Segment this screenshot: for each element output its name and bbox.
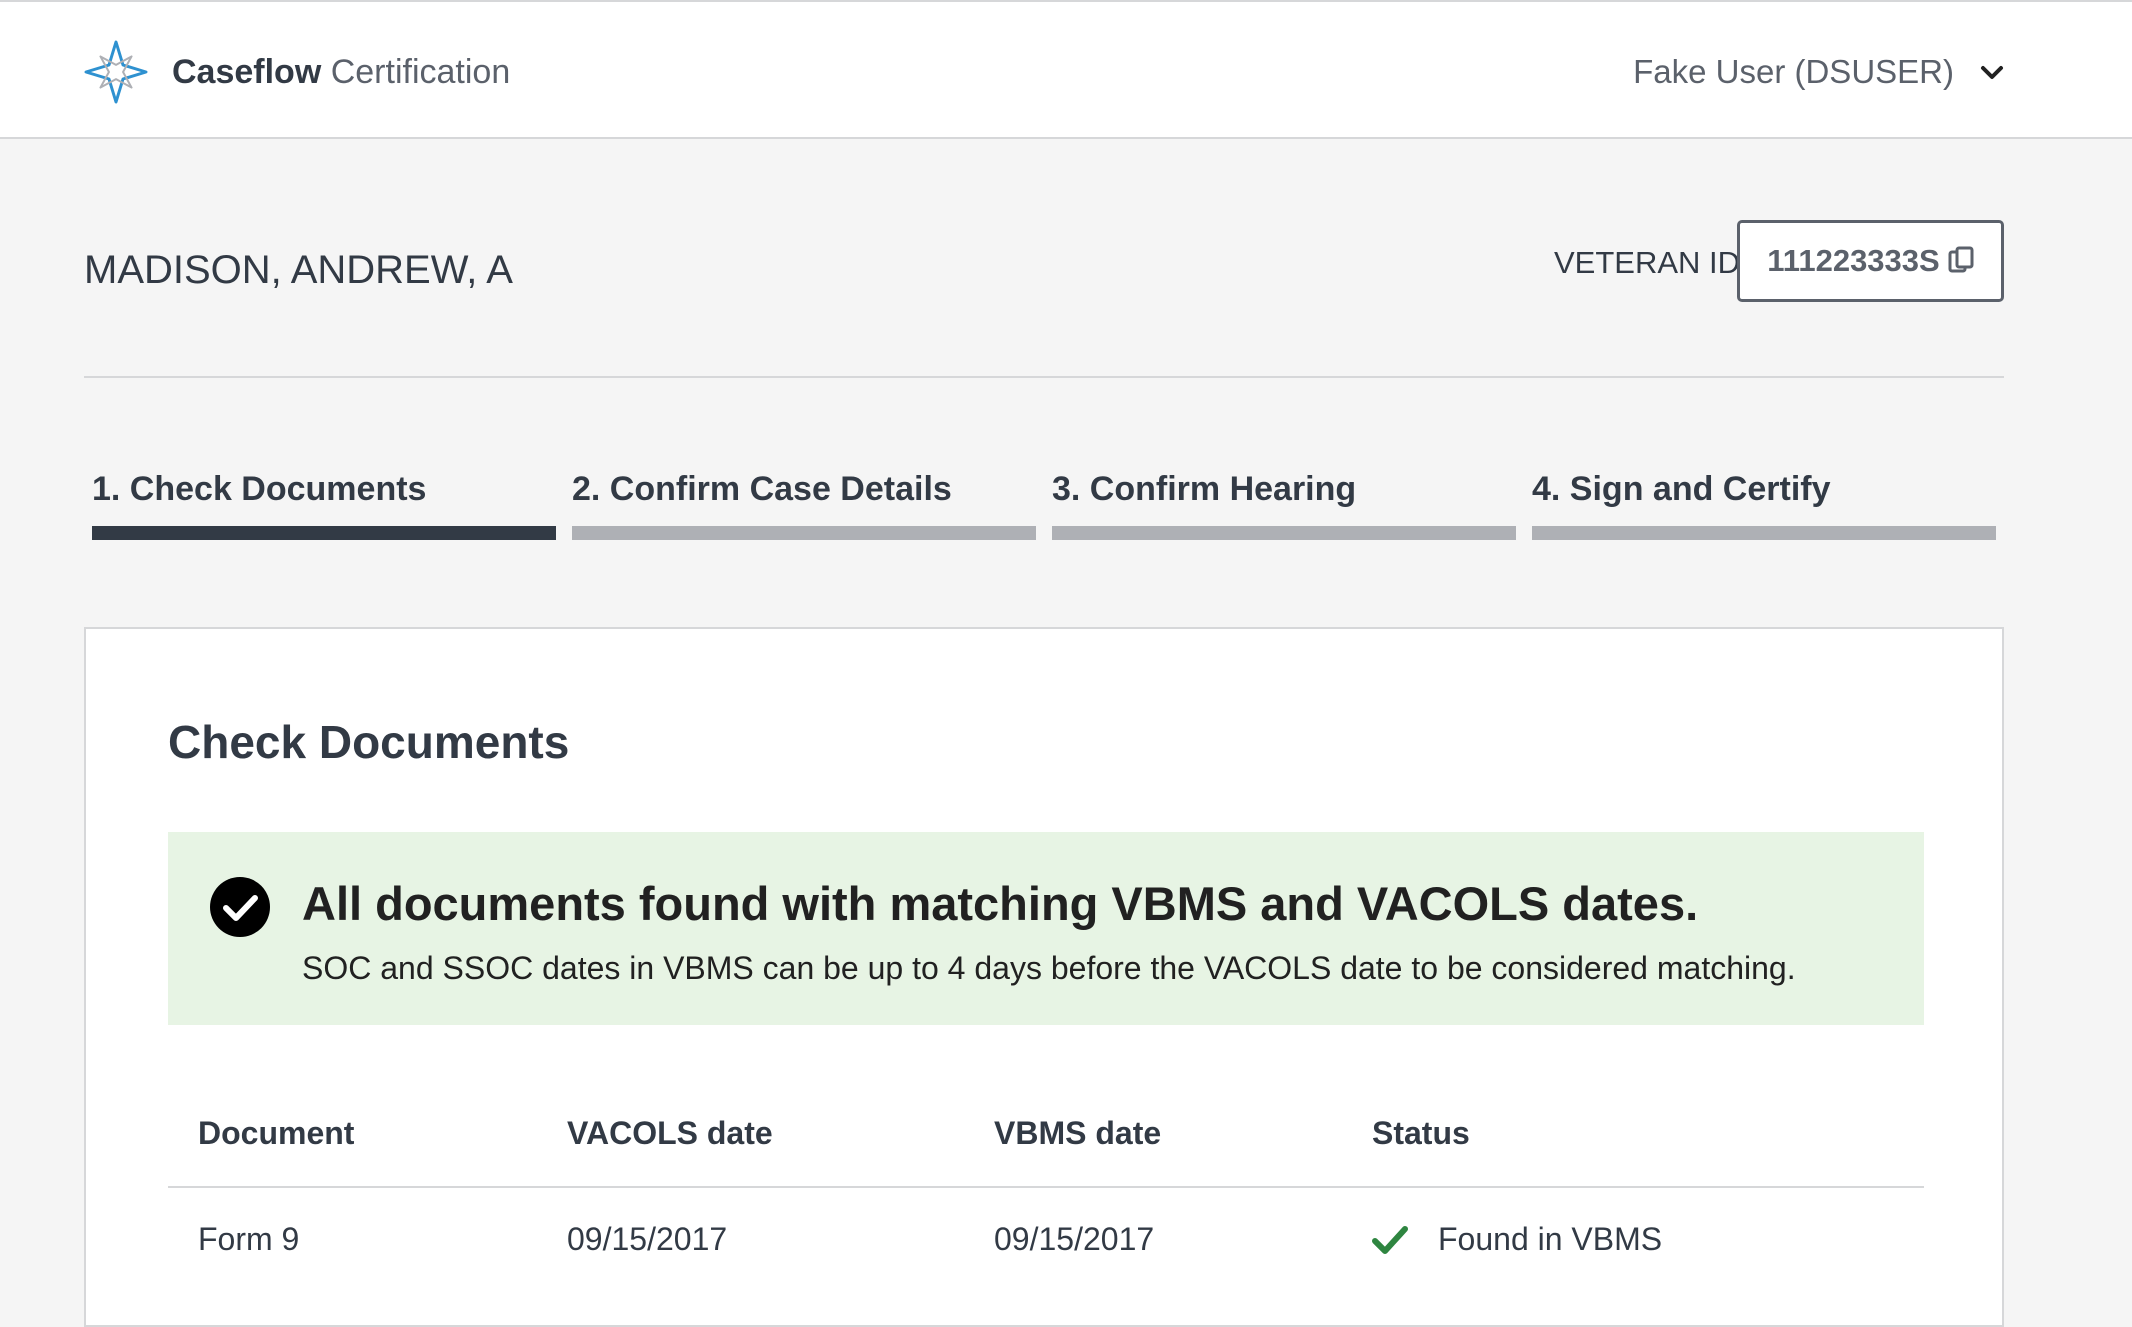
column-header-vbms-date: VBMS date (994, 1115, 1162, 1151)
cell-document: Form 9 (198, 1221, 300, 1257)
cell-vbms-date: 09/15/2017 (994, 1221, 1155, 1257)
alert-heading: All documents found with matching VBMS a… (302, 877, 1699, 930)
status-text: Found in VBMS (1438, 1221, 1663, 1257)
step-check-documents: 1. Check Documents (92, 466, 556, 540)
app-title[interactable]: Caseflow Certification (172, 52, 510, 92)
progress-steps: 1. Check Documents 2. Confirm Case Detai… (92, 466, 1996, 540)
check-circle-icon (210, 877, 270, 937)
user-name: Fake User (DSUSER) (1633, 53, 1954, 90)
step-label: 3. Confirm Hearing (1052, 470, 1357, 508)
column-header-document: Document (198, 1115, 355, 1151)
step-progress-bar (92, 526, 556, 540)
step-progress-bar (572, 526, 1036, 540)
step-confirm-case-details: 2. Confirm Case Details (572, 466, 1036, 540)
top-nav-bar: Caseflow Certification Fake User (DSUSER… (0, 0, 2132, 139)
step-label: 2. Confirm Case Details (572, 470, 952, 508)
step-label: 1. Check Documents (92, 470, 427, 508)
step-sign-and-certify: 4. Sign and Certify (1532, 466, 1996, 540)
column-header-status: Status (1372, 1115, 1470, 1151)
chevron-down-icon[interactable] (1980, 60, 2004, 84)
alert-message: SOC and SSOC dates in VBMS can be up to … (302, 950, 1796, 986)
column-header-vacols-date: VACOLS date (567, 1115, 773, 1151)
step-progress-bar (1052, 526, 1516, 540)
cell-status: Found in VBMS (1372, 1221, 1662, 1258)
user-menu[interactable]: Fake User (DSUSER) (1633, 50, 2004, 94)
brand-name: Caseflow (172, 53, 322, 91)
check-documents-card: Check Documents All documents found with… (84, 627, 2004, 1327)
header-divider (84, 376, 2004, 378)
checkmark-icon (1372, 1225, 1408, 1254)
veteran-name: MADISON, ANDREW, A (84, 248, 513, 292)
table-header-rule (168, 1186, 1924, 1188)
caseflow-logo-icon[interactable] (82, 38, 150, 106)
page-title: Check Documents (168, 716, 570, 768)
veteran-id-value: 111223333S (1767, 243, 1940, 278)
step-label: 4. Sign and Certify (1532, 470, 1831, 508)
app-name: Certification (330, 53, 511, 91)
success-alert: All documents found with matching VBMS a… (168, 832, 1924, 1025)
step-progress-bar (1532, 526, 1996, 540)
veteran-id-copy-button[interactable]: 111223333S (1737, 220, 2004, 302)
veteran-id-label: VETERAN ID (1554, 245, 1741, 280)
step-confirm-hearing: 3. Confirm Hearing (1052, 466, 1516, 540)
cell-vacols-date: 09/15/2017 (567, 1221, 728, 1257)
copy-icon (1948, 246, 1974, 273)
